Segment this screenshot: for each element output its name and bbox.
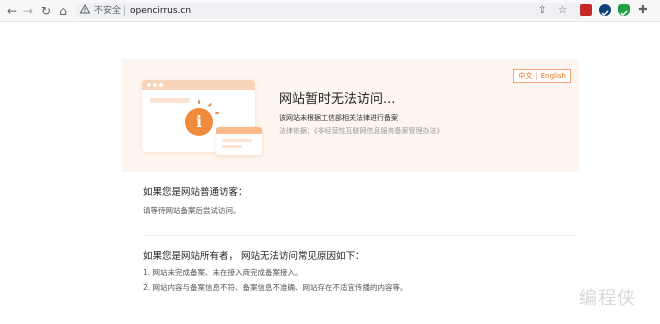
section-divider xyxy=(143,235,575,236)
back-arrow-icon[interactable]: ← xyxy=(4,3,20,19)
reload-icon[interactable]: ↻ xyxy=(38,3,54,19)
owner-heading: 如果您是网站所有者， 网站无法访问常见原因如下： xyxy=(143,251,365,262)
extension-green-shield-icon[interactable] xyxy=(618,4,630,17)
legal-basis-text: 法律依据：《非经营性互联网信息服务备案管理办法》 xyxy=(279,127,444,135)
bookmark-star-icon[interactable]: ☆ xyxy=(558,3,567,19)
watermark-text: 编程侠 xyxy=(579,288,636,309)
url-text[interactable]: opencirrus.cn xyxy=(130,3,191,19)
extension-red-icon[interactable] xyxy=(580,4,592,16)
reason-item: 1. 网站未完成备案、未在接入商完成备案接入。 xyxy=(143,268,303,277)
visitor-heading: 如果您是网站普通访客： xyxy=(143,187,248,198)
home-icon[interactable]: ⌂ xyxy=(55,3,71,19)
banner-description: 该网站未根据工信部相关法律进行备案 xyxy=(279,114,398,122)
share-icon[interactable]: ⇪ xyxy=(538,3,546,19)
lang-zh-link[interactable]: 中文 xyxy=(518,70,532,82)
lang-separator: | xyxy=(535,72,538,80)
security-status-label[interactable]: 不安全 xyxy=(94,3,121,19)
omnibox-divider xyxy=(124,6,125,16)
browser-toolbar: ← → ↻ ⌂ 不安全 opencirrus.cn ⇪ ☆ ✚ xyxy=(0,0,660,22)
extensions-puzzle-icon[interactable]: ✚ xyxy=(636,3,650,16)
error-illustration: i xyxy=(142,80,262,160)
warning-triangle-icon[interactable] xyxy=(79,3,91,19)
dialog-window-illustration xyxy=(216,127,262,155)
notice-banner: 中文 | English i 网站暂时无法访问... 该网站未根据工信部相关法律进行… xyxy=(122,59,579,172)
lang-en-link[interactable]: English xyxy=(541,70,566,82)
info-icon: i xyxy=(185,108,213,136)
visitor-text: 请等待网站备案后尝试访问。 xyxy=(143,206,241,215)
page-title: 网站暂时无法访问... xyxy=(279,92,396,107)
address-bar[interactable]: 不安全 opencirrus.cn ⇪ ☆ xyxy=(75,3,585,19)
extension-blue-check-icon[interactable] xyxy=(599,4,611,17)
reason-item: 2. 网站内容与备案信息不符、备案信息不准确、网站存在不适宜传播的内容等。 xyxy=(143,283,408,292)
forward-arrow-icon[interactable]: → xyxy=(20,3,36,19)
language-switcher: 中文 | English xyxy=(513,69,571,83)
